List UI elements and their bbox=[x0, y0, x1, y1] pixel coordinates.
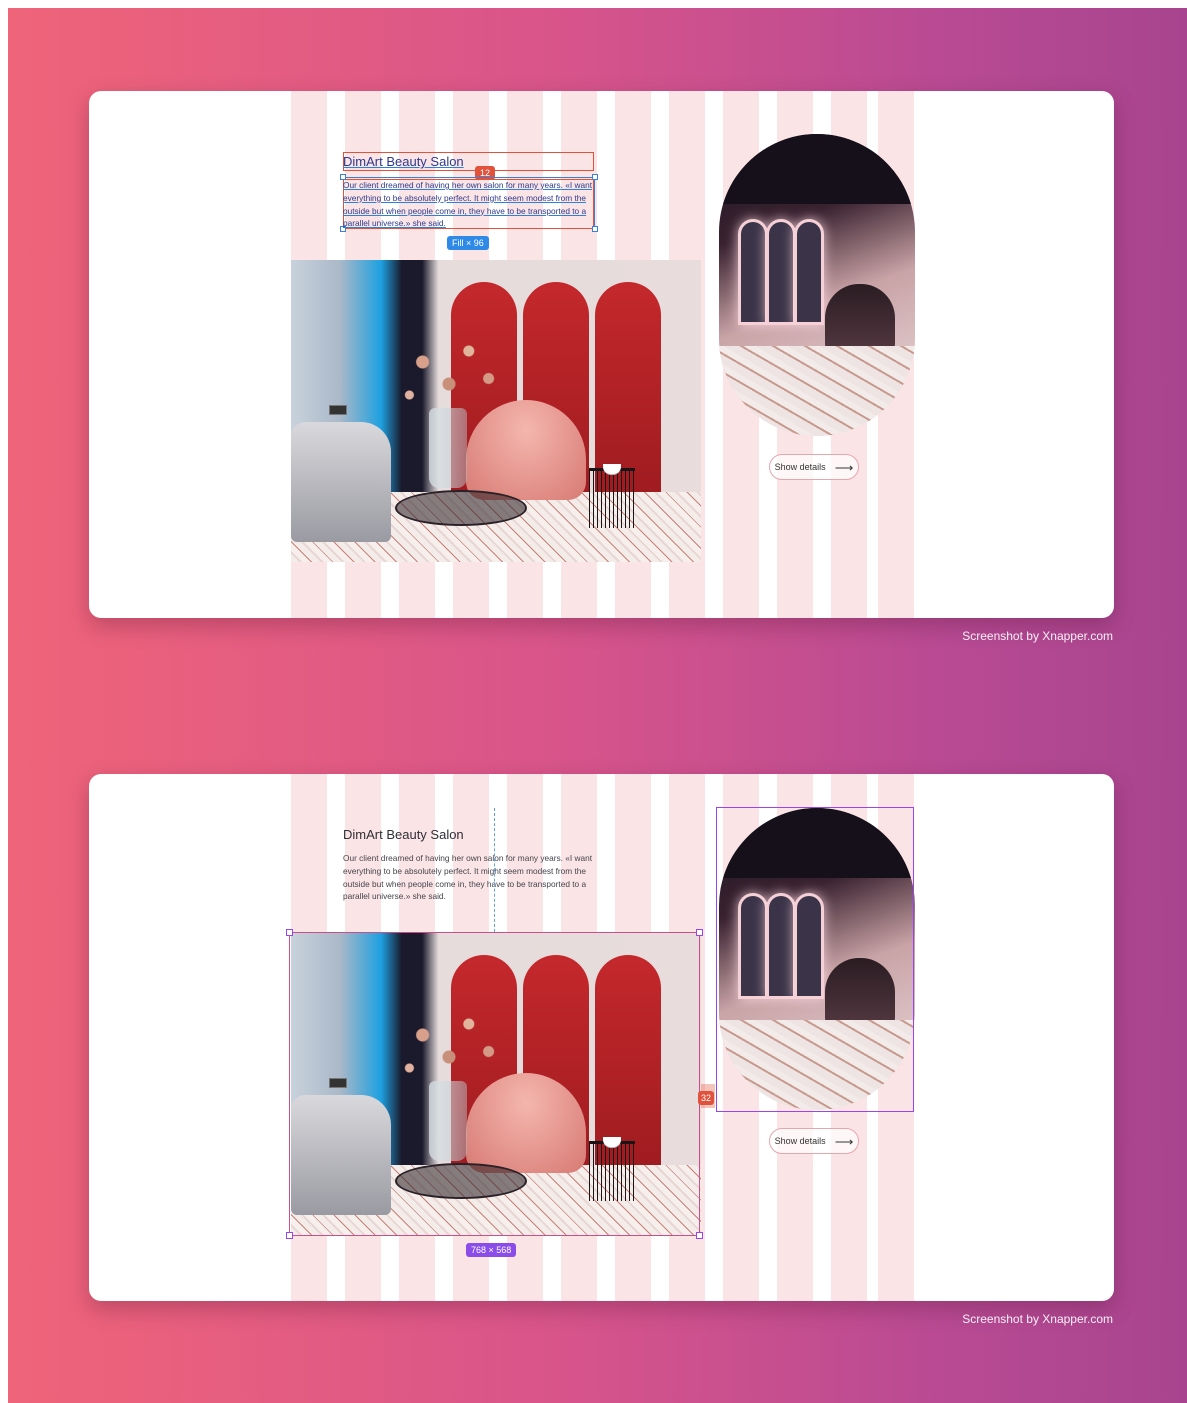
show-details-label: Show details bbox=[774, 462, 826, 472]
project-description[interactable]: Our client dreamed of having her own sal… bbox=[343, 179, 595, 230]
salon-oval-photo[interactable] bbox=[719, 134, 915, 436]
project-title[interactable]: DimArt Beauty Salon bbox=[343, 154, 464, 169]
salon-interior-photo[interactable] bbox=[291, 260, 701, 562]
screenshot-credit: Screenshot by Xnapper.com bbox=[962, 629, 1113, 643]
show-details-label: Show details bbox=[774, 1136, 826, 1146]
arrow-right-icon: ⟶ bbox=[834, 1133, 854, 1149]
size-badge: 768 × 568 bbox=[466, 1243, 517, 1257]
project-title[interactable]: DimArt Beauty Salon bbox=[343, 827, 464, 842]
screenshot-credit: Screenshot by Xnapper.com bbox=[962, 1312, 1113, 1326]
canvas-frame-top[interactable]: DimArt Beauty Salon 12 Our client dreame… bbox=[89, 91, 1114, 618]
resize-handle[interactable] bbox=[696, 1232, 703, 1239]
show-details-button[interactable]: Show details ⟶ bbox=[769, 1128, 859, 1154]
oval-selection-outline bbox=[716, 807, 914, 1112]
arrow-right-icon: ⟶ bbox=[834, 459, 854, 475]
gap-measurement-badge: 32 bbox=[698, 1091, 715, 1105]
show-details-button[interactable]: Show details ⟶ bbox=[769, 454, 859, 480]
alignment-guide bbox=[494, 808, 495, 932]
project-description[interactable]: Our client dreamed of having her own sal… bbox=[343, 852, 595, 903]
resize-handle[interactable] bbox=[286, 929, 293, 936]
resize-handle[interactable] bbox=[696, 929, 703, 936]
canvas-frame-bottom[interactable]: DimArt Beauty Salon Our client dreamed o… bbox=[89, 774, 1114, 1301]
photo-selection-outline bbox=[289, 932, 700, 1236]
resize-handle[interactable] bbox=[286, 1232, 293, 1239]
size-badge: Fill × 96 bbox=[447, 236, 489, 250]
